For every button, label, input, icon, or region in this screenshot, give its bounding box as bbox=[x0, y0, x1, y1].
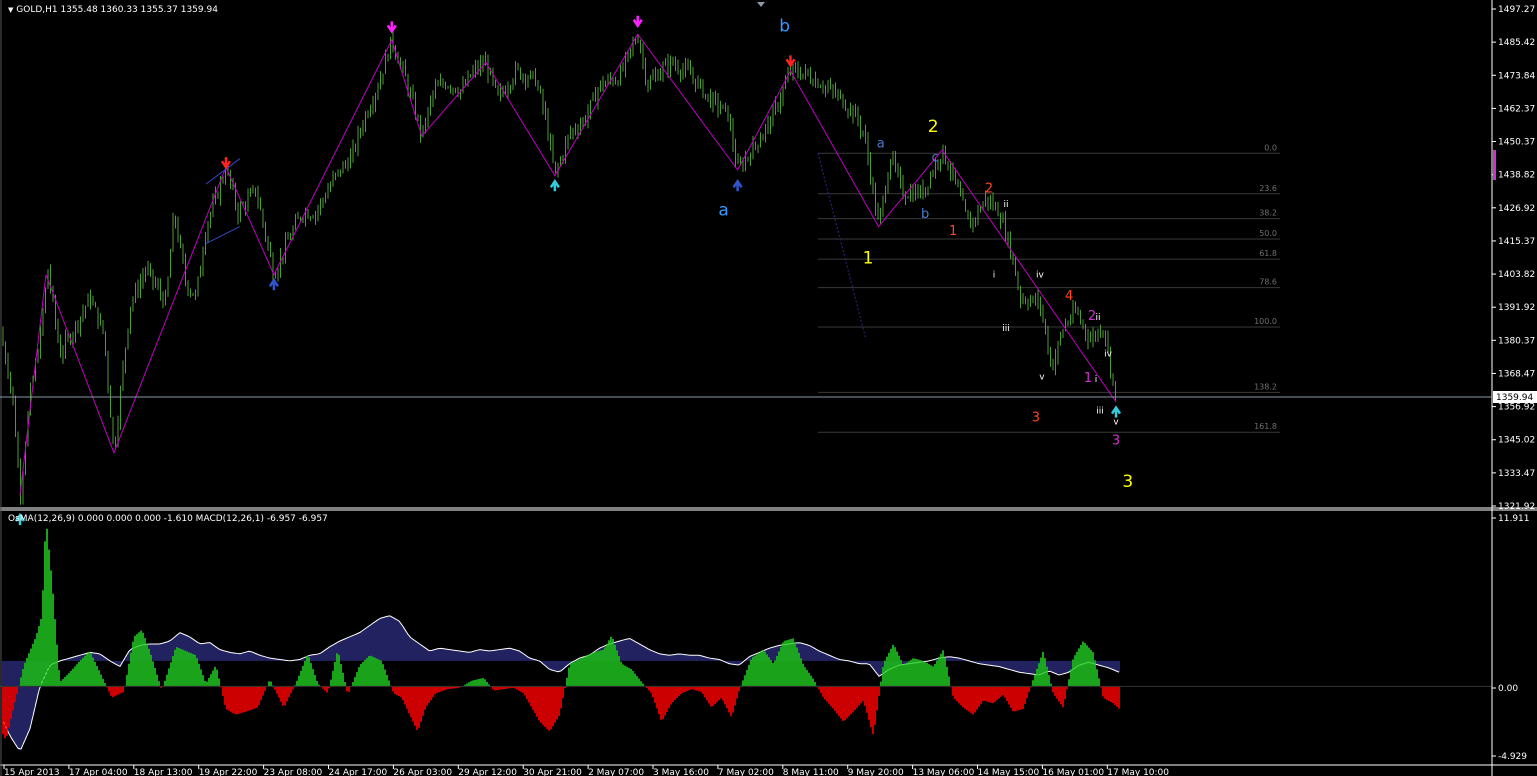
wave-label: iv bbox=[1104, 350, 1113, 360]
fractal-arrow-up-icon bbox=[1110, 405, 1122, 418]
fib-level-label: 78.6 bbox=[1259, 278, 1277, 287]
time-tick-label: 23 Apr 08:00 bbox=[264, 768, 323, 776]
wave-label: b bbox=[921, 207, 929, 222]
fib-level-label: 161.8 bbox=[1254, 422, 1277, 431]
time-tick-label: 17 May 10:00 bbox=[1107, 768, 1169, 776]
indicator-tick-label: 11.911 bbox=[1498, 514, 1530, 524]
fib-level-label: 61.8 bbox=[1259, 249, 1277, 258]
zigzag-indicator bbox=[19, 33, 1117, 496]
fib-level-label: 50.0 bbox=[1259, 229, 1277, 238]
wave-label: b bbox=[779, 16, 790, 36]
time-tick-label: 2 May 07:00 bbox=[588, 768, 644, 776]
fib-trend-line bbox=[817, 153, 867, 340]
wave-label: 3 bbox=[1032, 411, 1040, 426]
time-tick-label: 29 Apr 12:00 bbox=[458, 768, 517, 776]
wave-label: ii bbox=[1003, 200, 1008, 210]
fractal-arrow-down-icon bbox=[632, 15, 643, 28]
wave-label: c bbox=[932, 151, 939, 166]
wave-label: 1 bbox=[863, 248, 874, 268]
fractal-arrow-down-icon bbox=[386, 21, 397, 34]
price-tick-label: 1415.37 bbox=[1498, 237, 1535, 247]
price-tick-label: 1426.92 bbox=[1498, 204, 1535, 214]
wave-label: 4 bbox=[1065, 289, 1073, 304]
price-tick-label: 1497.27 bbox=[1498, 5, 1535, 15]
price-tick-label: 1380.37 bbox=[1498, 336, 1535, 346]
price-tick-label: 1391.92 bbox=[1498, 303, 1535, 313]
indicator-pane bbox=[0, 528, 1492, 750]
wave-label: 1 bbox=[1084, 371, 1092, 386]
elliott-wave-labels: ba213acb2143iii iviiiviiiviiiiv213 bbox=[718, 16, 1133, 491]
price-tick-label: 1321.92 bbox=[1498, 502, 1535, 512]
wave-label: 1 bbox=[949, 224, 957, 239]
current-price-label: 1359.94 bbox=[1496, 393, 1533, 403]
wave-label: i bbox=[993, 270, 996, 280]
wave-label: iii bbox=[1096, 406, 1104, 416]
time-tick-label: 3 May 16:00 bbox=[653, 768, 709, 776]
fractal-arrows bbox=[14, 15, 1122, 526]
time-tick-label: 19 Apr 22:00 bbox=[199, 768, 258, 776]
fractal-arrow-up-icon bbox=[549, 179, 560, 192]
fibonacci-retracement[interactable]: 0.0 23.6 38.2 50.0 61.8 78.6 100.0 138.2 161.8 bbox=[817, 143, 1280, 433]
time-tick-label: 26 Apr 03:00 bbox=[393, 768, 452, 776]
price-tick-label: 1356.92 bbox=[1498, 403, 1535, 413]
wave-label: i bbox=[1095, 375, 1098, 385]
wave-label: 2 bbox=[928, 117, 939, 137]
time-tick-label: 7 May 02:00 bbox=[718, 768, 774, 776]
chart-header: ▼ GOLD,H1 1355.48 1360.33 1355.37 1359.9… bbox=[8, 5, 218, 15]
time-tick-label: 17 Apr 04:00 bbox=[69, 768, 128, 776]
fractal-arrow-down-icon bbox=[220, 157, 231, 170]
fib-level-label: 0.0 bbox=[1264, 143, 1277, 152]
chart-canvas[interactable]: 0.0 23.6 38.2 50.0 61.8 78.6 100.0 138.2 161.8 b… bbox=[0, 0, 1537, 776]
time-tick-label: 18 Apr 13:00 bbox=[134, 768, 193, 776]
fractal-arrow-up-icon bbox=[732, 179, 743, 192]
dropdown-triangle-icon[interactable]: ▼ bbox=[8, 6, 13, 14]
wave-label: a bbox=[718, 200, 728, 220]
price-tick-label: 1485.42 bbox=[1498, 38, 1535, 48]
price-tick-label: 1438.82 bbox=[1498, 171, 1535, 181]
indicator-tick-label: 0.00 bbox=[1498, 684, 1518, 694]
time-tick-label: 24 Apr 17:00 bbox=[329, 768, 388, 776]
price-tick-label: 1450.37 bbox=[1498, 138, 1535, 148]
fractal-arrow-up-icon bbox=[268, 278, 279, 291]
fib-level-label: 138.2 bbox=[1254, 382, 1277, 391]
time-tick-label: 9 May 20:00 bbox=[848, 768, 904, 776]
price-tick-label: 1473.84 bbox=[1498, 71, 1535, 81]
symbol-info: GOLD,H1 1355.48 1360.33 1355.37 1359.94 bbox=[16, 5, 218, 15]
price-candles bbox=[2, 32, 1116, 505]
indicator-tick-label: -4.929 bbox=[1498, 752, 1527, 762]
wave-label: 3 bbox=[1112, 433, 1120, 448]
time-tick-label: 30 Apr 21:00 bbox=[523, 768, 582, 776]
wave-label: v bbox=[1039, 372, 1045, 382]
osma-histogram bbox=[2, 528, 1120, 739]
wave-label: v bbox=[1113, 418, 1119, 428]
fib-level-label: 23.6 bbox=[1259, 184, 1277, 193]
price-tick-label: 1403.82 bbox=[1498, 270, 1535, 280]
wave-label: a bbox=[877, 136, 885, 151]
price-tick-label: 1345.02 bbox=[1498, 436, 1535, 446]
zigzag-line bbox=[19, 33, 1117, 496]
wave-label: iii bbox=[1002, 324, 1010, 334]
time-tick-label: 13 May 06:00 bbox=[913, 768, 975, 776]
time-tick-label: 14 May 15:00 bbox=[978, 768, 1040, 776]
price-tick-label: 1462.37 bbox=[1498, 104, 1535, 114]
price-axis-marker bbox=[1493, 150, 1496, 180]
fractal-arrow-down-icon bbox=[785, 55, 796, 68]
indicator-info: OsMA(12,26,9) 0.000 0.000 0.000 -1.610 M… bbox=[8, 514, 328, 524]
fib-level-label: 100.0 bbox=[1254, 317, 1277, 326]
wave-label: 2 bbox=[1088, 309, 1096, 324]
wave-label: ii bbox=[1096, 313, 1101, 323]
time-tick-label: 8 May 11:00 bbox=[783, 768, 839, 776]
wave-label: iv bbox=[1036, 270, 1045, 280]
price-tick-label: 1368.47 bbox=[1498, 369, 1535, 379]
price-tick-label: 1333.47 bbox=[1498, 469, 1535, 479]
channel-line-lower bbox=[205, 226, 240, 244]
time-tick-label: 16 May 01:00 bbox=[1042, 768, 1104, 776]
time-tick-label: 15 Apr 2013 bbox=[4, 768, 60, 776]
scroll-marker-icon bbox=[757, 2, 765, 7]
wave-label: 3 bbox=[1122, 472, 1133, 492]
fib-level-label: 38.2 bbox=[1259, 209, 1277, 218]
wave-label: 2 bbox=[985, 182, 993, 197]
